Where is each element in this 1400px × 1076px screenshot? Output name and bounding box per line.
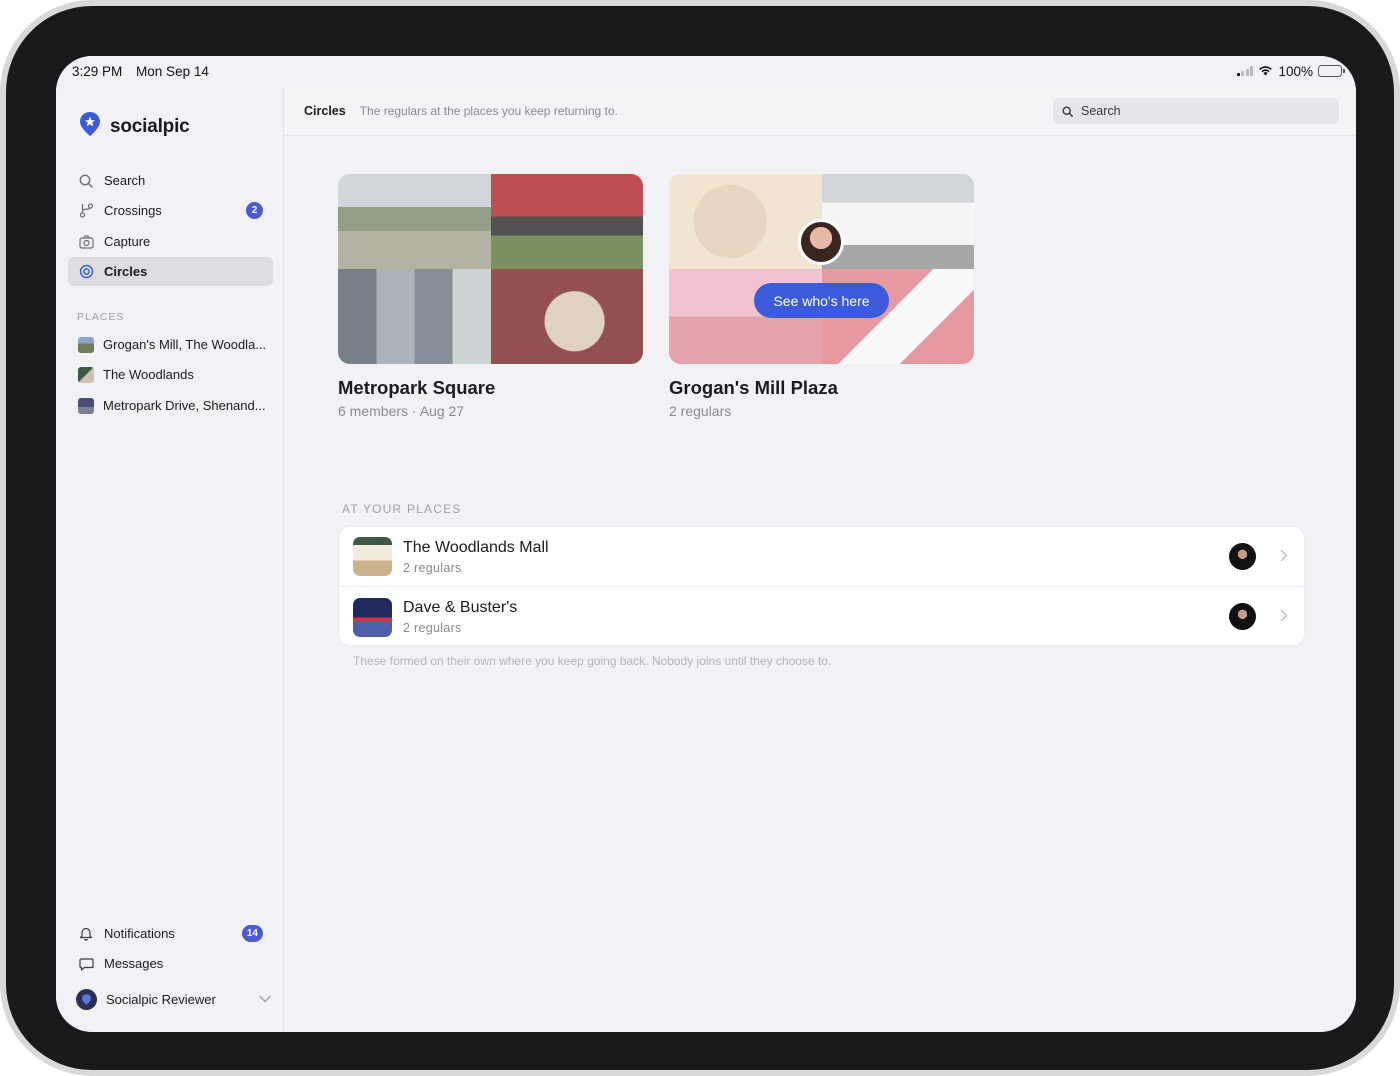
- sidebar-item-label: Capture: [104, 234, 151, 249]
- list-item[interactable]: The Woodlands Mall 2 regulars: [339, 527, 1304, 587]
- places-section-label: PLACES: [77, 311, 125, 323]
- place-thumbnail: [78, 336, 94, 353]
- bell-icon: [78, 926, 94, 942]
- places-footnote: These formed on their own where you keep…: [353, 654, 832, 668]
- avatar: [1229, 543, 1256, 570]
- main-content: Metropark Square 6 members · Aug 27 See …: [284, 137, 1356, 1032]
- place-title: The Woodlands Mall: [403, 538, 549, 556]
- sidebar-item-label: Messages: [104, 956, 164, 971]
- location-pin-star-icon: [80, 112, 100, 141]
- list-item[interactable]: Dave & Buster's 2 regulars: [339, 587, 1304, 647]
- page-subtitle: The regulars at the places you keep retu…: [359, 103, 618, 118]
- circle-meta: 2 regulars: [669, 403, 732, 419]
- brand-logo[interactable]: socialpic: [80, 112, 190, 141]
- status-time: 3:29 PM: [72, 63, 123, 79]
- search-icon: [1062, 105, 1073, 117]
- brand-name: socialpic: [110, 115, 190, 137]
- page-header: Circles The regulars at the places you k…: [284, 86, 1356, 136]
- at-your-places-label: AT YOUR PLACES: [342, 502, 462, 516]
- message-icon: [78, 956, 94, 972]
- circle-card-grogans-mill-plaza[interactable]: See who's here Grogan's Mill Plaza 2 reg…: [669, 174, 974, 419]
- screen: 3:29 PM Mon Sep 14 100% socialpic Search: [56, 56, 1356, 1032]
- page-title: Circles: [304, 103, 346, 118]
- chevron-down-icon: [259, 991, 271, 1006]
- crossings-count-badge: 2: [246, 202, 263, 219]
- user-name: Socialpic Reviewer: [106, 992, 216, 1007]
- sidebar-item-search[interactable]: Search: [68, 166, 273, 195]
- sidebar-item-label: Grogan's Mill, The Woodla...: [103, 337, 267, 352]
- circle-title: Metropark Square: [338, 377, 496, 398]
- battery-icon: [1318, 65, 1345, 77]
- place-thumbnail: [78, 366, 94, 383]
- place-title: Dave & Buster's: [403, 599, 518, 616]
- sidebar-item-label: The Woodlands: [103, 367, 194, 382]
- sidebar-item-label: Metropark Drive, Shenand...: [103, 398, 266, 413]
- chevron-right-icon: [1280, 609, 1288, 627]
- sidebar-place-metropark-drive[interactable]: Metropark Drive, Shenand...: [68, 391, 273, 420]
- camera-icon: [78, 234, 94, 250]
- signal-icon: [1236, 66, 1254, 76]
- battery-percent: 100%: [1278, 63, 1313, 79]
- sidebar-item-label: Search: [104, 173, 146, 188]
- place-thumbnail: [353, 537, 392, 576]
- places-list: The Woodlands Mall 2 regulars Dave & Bus…: [338, 526, 1305, 646]
- sidebar-item-crossings[interactable]: Crossings 2: [68, 196, 273, 225]
- circle-target-icon: [78, 264, 94, 280]
- sidebar-item-label: Circles: [104, 264, 148, 279]
- place-subtitle: 2 regulars: [403, 621, 462, 635]
- sidebar-place-grogans-mill[interactable]: Grogan's Mill, The Woodla...: [68, 330, 273, 359]
- circle-meta: 6 members · Aug 27: [338, 403, 465, 419]
- sidebar-item-label: Crossings: [104, 203, 162, 218]
- search-input[interactable]: Search: [1053, 98, 1339, 124]
- place-thumbnail: [78, 397, 94, 414]
- circle-photo-collage: See who's here: [669, 174, 974, 364]
- account-switcher[interactable]: Socialpic Reviewer: [76, 989, 271, 1010]
- circle-photo-collage: [338, 174, 643, 364]
- avatar: [1229, 603, 1256, 630]
- circle-title: Grogan's Mill Plaza: [669, 377, 838, 398]
- chevron-right-icon: [1280, 549, 1288, 567]
- avatar: [798, 219, 844, 265]
- sidebar-item-messages[interactable]: Messages: [68, 949, 273, 978]
- circle-card-metropark-square[interactable]: Metropark Square 6 members · Aug 27: [338, 174, 643, 419]
- notifications-count-badge: 14: [241, 925, 263, 942]
- device-frame: 3:29 PM Mon Sep 14 100% socialpic Search: [0, 0, 1400, 1076]
- sidebar-item-circles[interactable]: Circles: [68, 257, 273, 286]
- sidebar-item-notifications[interactable]: Notifications 14: [68, 919, 273, 948]
- search-icon: [78, 173, 94, 189]
- avatar: [76, 989, 97, 1010]
- place-thumbnail: [353, 597, 392, 637]
- sidebar: socialpic Search Crossings 2 Capture Cir…: [56, 86, 284, 1032]
- sidebar-place-the-woodlands[interactable]: The Woodlands: [68, 360, 273, 389]
- sidebar-item-capture[interactable]: Capture: [68, 227, 273, 256]
- status-bar: 3:29 PM Mon Sep 14 100%: [56, 56, 1356, 86]
- branch-icon: [78, 203, 94, 219]
- wifi-icon: [1258, 64, 1273, 79]
- status-date: Mon Sep 14: [136, 63, 209, 79]
- search-placeholder: Search: [1081, 104, 1121, 118]
- see-whos-here-button[interactable]: See who's here: [754, 283, 889, 318]
- place-subtitle: 2 regulars: [403, 560, 462, 575]
- sidebar-item-label: Notifications: [104, 926, 175, 941]
